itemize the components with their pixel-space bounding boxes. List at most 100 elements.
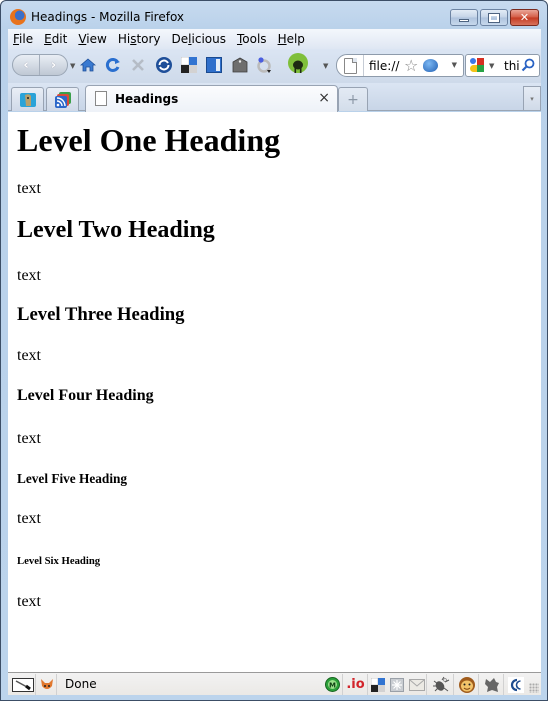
cc-icon [508,676,524,693]
paragraph: text [17,267,41,284]
paragraph: text [17,430,41,447]
heading-level-6: Level Six Heading [17,555,101,567]
tab-bar: Headings × + ▾ [8,83,541,112]
io-addon-button[interactable]: .io [344,674,368,695]
greasemonkey-dropdown-icon[interactable]: ▼ [323,62,328,70]
menu-bar: File Edit View History Delicious Tools H… [8,29,541,49]
search-engine-dropdown-icon[interactable]: ▼ [489,62,494,70]
delicious-button[interactable] [179,55,199,75]
window-title: Headings - Mozilla Firefox [31,10,185,24]
delicious-icon [371,677,385,692]
paragraph: text [17,180,41,197]
cc-addon-button[interactable] [505,674,527,695]
m-addon-button[interactable]: M [323,674,343,695]
monkey-icon [458,676,475,693]
url-dropdown-icon[interactable]: ▼ [452,61,457,69]
minimize-icon [459,18,469,22]
bookmark-tag-icon [232,57,248,73]
app-tab-icon [20,93,36,107]
new-tab-button[interactable]: + [338,87,368,111]
feed-bird-icon[interactable] [423,59,438,72]
app-tab-feeds[interactable] [46,87,79,111]
menu-label: elp [286,32,305,46]
menu-view[interactable]: View [73,32,112,46]
menu-label: De [171,32,189,46]
heading-level-1: Level One Heading [17,122,281,158]
search-icon[interactable] [521,58,535,72]
back-button[interactable]: ‹ [13,55,40,75]
status-text: Done [65,677,97,691]
sync-button[interactable] [154,55,174,75]
menu-accel: E [44,32,52,46]
mail-button[interactable] [407,674,427,695]
search-input[interactable]: thi [504,59,520,73]
menu-label: ile [19,32,34,46]
snowflake-icon [390,677,404,692]
notifier-button[interactable] [254,55,274,75]
navigation-toolbar: ‹ › ▼ ▼ file:// ☆ ▼ ▼ thi [8,49,541,83]
colorzilla-button[interactable] [10,674,36,695]
url-input[interactable]: file:// [369,59,399,73]
close-icon: ✕ [519,11,530,24]
app-tab-1[interactable] [11,87,44,111]
menu-delicious[interactable]: Delicious [167,32,232,46]
resize-grip[interactable] [529,683,539,693]
close-button[interactable]: ✕ [510,9,539,26]
plus-icon: + [347,91,359,108]
menu-tools[interactable]: Tools [232,32,273,46]
forward-arrow-icon: › [50,57,57,73]
menu-file[interactable]: File [8,32,39,46]
status-bar: Done M .io [8,672,541,695]
menu-label: ools [242,32,267,46]
delicious-status-button[interactable] [369,674,387,695]
menu-label: iew [86,32,107,46]
heading-level-2: Level Two Heading [17,217,215,243]
google-search-engine-icon[interactable] [470,58,485,73]
stop-button[interactable] [128,55,148,75]
sync-icon [156,57,172,73]
paragraph: text [17,510,41,527]
paragraph: text [17,347,41,364]
search-bar[interactable]: ▼ thi [465,54,540,77]
tab-headings[interactable]: Headings × [85,85,338,112]
sidebar-button[interactable] [204,55,224,75]
minimize-button[interactable] [450,9,478,26]
greasemonkey-icon [288,53,308,73]
bookmark-tag-button[interactable] [230,55,250,75]
back-forward-group: ‹ › [12,54,68,76]
list-all-tabs-button[interactable]: ▾ [523,86,541,110]
tab-title: Headings [115,92,179,106]
page-identity-icon[interactable] [344,58,357,74]
maximize-icon [488,12,500,23]
io-label: .io [346,677,365,692]
menu-accel: H [277,32,287,46]
maximize-button[interactable] [480,9,508,26]
home-button[interactable] [78,55,98,75]
greasemonkey-button[interactable] [286,52,310,78]
reload-button[interactable] [103,55,123,75]
bookmark-star-icon[interactable]: ☆ [404,56,418,75]
firebug-fox-button[interactable] [37,674,57,695]
wolf-addon-button[interactable] [480,674,504,695]
menu-label: tory [136,32,161,46]
m-addon-icon: M [325,677,340,692]
menu-edit[interactable]: Edit [39,32,73,46]
page-icon [95,91,107,106]
title-bar[interactable]: Headings - Mozilla Firefox ✕ [1,1,547,29]
forward-button[interactable]: › [40,55,67,75]
history-dropdown-icon[interactable]: ▼ [70,62,75,70]
heading-level-3: Level Three Heading [17,304,185,325]
url-bar[interactable]: file:// ☆ ▼ [336,54,464,77]
tab-close-icon[interactable]: × [318,90,330,106]
mail-icon [408,678,425,691]
menu-help[interactable]: Help [273,32,311,46]
firebug-button[interactable] [428,674,454,695]
menu-history[interactable]: History [113,32,167,46]
menu-label: dit [51,32,68,46]
greasemonkey-status-button[interactable] [455,674,479,695]
chevron-down-icon: ▾ [530,94,534,103]
heading-level-5: Level Five Heading [17,471,128,486]
browser-window: Headings - Mozilla Firefox ✕ File Edit V… [0,0,548,701]
heading-level-4: Level Four Heading [17,387,154,404]
snowflake-addon-button[interactable] [388,674,406,695]
